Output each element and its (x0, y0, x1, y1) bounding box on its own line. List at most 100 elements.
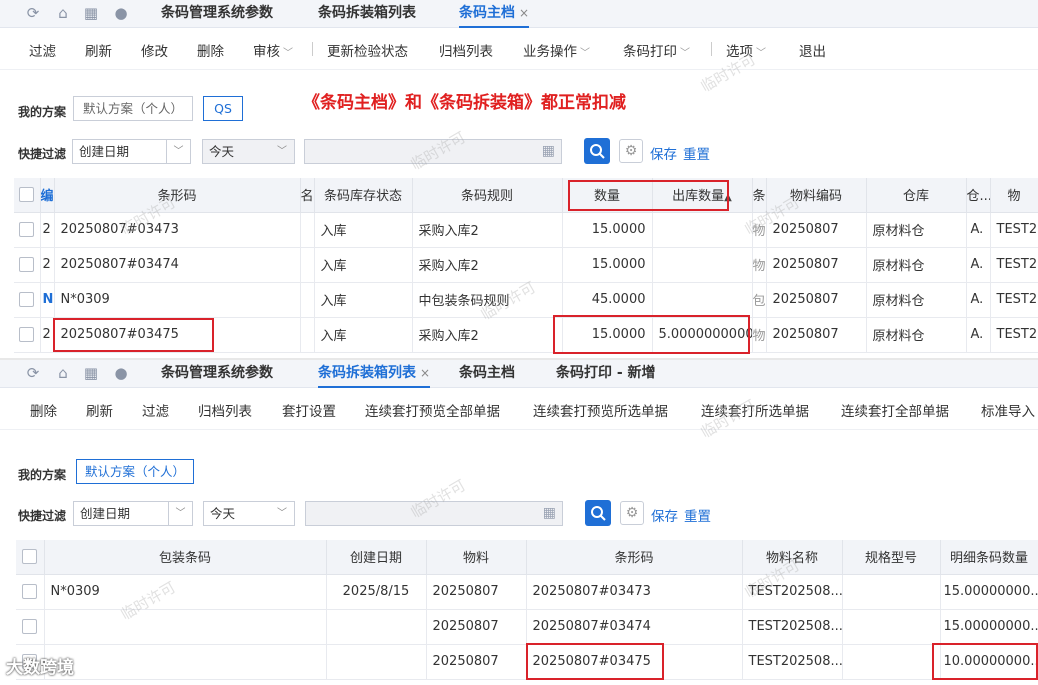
table-row[interactable]: 2 20250807#03473 入库 采购入库2 15.0000 物 20250807 原材… (14, 212, 1038, 248)
refresh-logo-icon[interactable]: ⟳ (24, 364, 42, 382)
column-header[interactable]: 条码规则 (412, 178, 563, 213)
chat-icon[interactable]: ● (112, 364, 130, 382)
warehouse-cell: 原材料仓 (866, 247, 967, 283)
options-label: 选项 (726, 44, 753, 60)
exit-button[interactable]: 退出 (799, 40, 826, 60)
date-input[interactable]: ▦ (305, 501, 563, 526)
table-row[interactable]: 20250807 20250807#03474 TEST202508... 15.00… (16, 609, 1038, 645)
select-all-checkbox[interactable] (22, 549, 38, 565)
save-link[interactable]: 保存 (650, 143, 677, 163)
options-menu[interactable]: 选项 ﹀ (726, 40, 766, 60)
scheme-default-button[interactable]: 默认方案（个人） (76, 459, 194, 484)
edit-button[interactable]: 修改 (141, 40, 168, 60)
close-icon[interactable]: × (519, 6, 529, 20)
table-row[interactable]: N N*0309 入库 中包装条码规则 45.0000 包 20250807 原材料仓 A. TE… (14, 282, 1038, 318)
search-button[interactable] (584, 138, 610, 164)
table-row[interactable]: N*0309 2025/8/15 20250807 20250807#03473 TES… (16, 574, 1038, 610)
filter-field-select[interactable]: 创建日期 ﹀ (72, 139, 191, 164)
standard-import-button[interactable]: 标准导入 (981, 400, 1035, 420)
barcode-print-menu[interactable]: 条码打印 ﹀ (623, 40, 690, 60)
row-checkbox[interactable] (22, 584, 38, 599)
quick-filter-label: 快捷过滤 (18, 147, 67, 161)
column-header[interactable]: 物 (990, 178, 1038, 213)
print-all-button[interactable]: 连续套打全部单据 (841, 400, 949, 420)
column-header[interactable]: 包装条码 (44, 540, 327, 575)
reset-link[interactable]: 重置 (683, 143, 710, 163)
column-header[interactable]: 条码库存状态 (314, 178, 413, 213)
archive-list-button[interactable]: 归档列表 (198, 400, 252, 420)
date-input[interactable]: ▦ (304, 139, 562, 164)
tab-label: 条码拆装箱列表 (318, 5, 416, 21)
preview-selected-button[interactable]: 连续套打预览所选单据 (533, 400, 668, 420)
divider (711, 42, 712, 56)
table-row[interactable]: 20250807 20250807#03475 TEST202508... 10.00… (16, 644, 1038, 680)
tab-barcode-master[interactable]: 条码主档 × (459, 0, 530, 28)
refresh-button[interactable]: 刷新 (85, 40, 112, 60)
home-icon[interactable]: ⌂ (54, 364, 72, 382)
scheme-default-button[interactable]: 默认方案（个人） (73, 96, 193, 121)
delete-button[interactable]: 删除 (197, 40, 224, 60)
chat-icon[interactable]: ● (112, 4, 130, 22)
print-selected-button[interactable]: 连续套打所选单据 (701, 400, 809, 420)
calendar-icon[interactable]: ▦ (543, 502, 556, 525)
status-cell: 入库 (314, 282, 413, 318)
row-checkbox[interactable] (19, 292, 35, 307)
calendar-icon[interactable]: ▦ (542, 140, 555, 163)
preview-all-button[interactable]: 连续套打预览全部单据 (365, 400, 500, 420)
column-header[interactable]: 仓... (966, 178, 991, 213)
row-checkbox[interactable] (19, 222, 35, 237)
print-settings-button[interactable]: 套打设置 (282, 400, 336, 420)
column-header[interactable]: 物料名称 (742, 540, 843, 575)
tab-barcode-print-new[interactable]: 条码打印 - 新增 (556, 360, 656, 388)
scheme-qs-button[interactable]: QS (203, 96, 243, 121)
tab-barcode-system-params[interactable]: 条码管理系统参数 (161, 0, 273, 28)
tab-barcode-box-list[interactable]: 条码拆装箱列表 (318, 0, 416, 28)
column-header[interactable]: 物料 (426, 540, 527, 575)
name-cell (300, 282, 315, 318)
column-header[interactable]: 创建日期 (326, 540, 427, 575)
tab-barcode-box-list[interactable]: 条码拆装箱列表 × (318, 360, 431, 388)
save-link[interactable]: 保存 (651, 505, 678, 525)
settings-gear-icon[interactable]: ⚙ (620, 501, 644, 525)
apps-grid-icon[interactable]: ▦ (82, 364, 100, 382)
filter-field-select[interactable]: 创建日期 ﹀ (73, 501, 193, 526)
column-header[interactable]: 条形码 (526, 540, 743, 575)
filter-op-select[interactable]: 今天 ﹀ (203, 501, 295, 526)
column-header[interactable]: 条 (752, 178, 767, 213)
chevron-down-icon: ﹀ (680, 48, 690, 59)
material-cell: 20250807 (426, 609, 527, 645)
column-header[interactable]: 名 (300, 178, 315, 213)
column-header[interactable]: 数量 (562, 178, 653, 213)
business-ops-menu[interactable]: 业务操作 ﹀ (523, 40, 590, 60)
home-icon[interactable]: ⌂ (54, 4, 72, 22)
apps-grid-icon[interactable]: ▦ (82, 4, 100, 22)
update-inspection-button[interactable]: 更新检验状态 (327, 40, 408, 60)
settings-gear-icon[interactable]: ⚙ (619, 139, 643, 163)
reset-link[interactable]: 重置 (684, 505, 711, 525)
delete-button[interactable]: 删除 (30, 400, 57, 420)
tab-barcode-master[interactable]: 条码主档 (459, 360, 515, 388)
select-all-checkbox[interactable] (19, 187, 35, 203)
row-checkbox[interactable] (19, 257, 35, 272)
filter-button[interactable]: 过滤 (29, 40, 56, 60)
archive-list-button[interactable]: 归档列表 (439, 40, 493, 60)
refresh-logo-icon[interactable]: ⟳ (24, 4, 42, 22)
column-header-sorted[interactable]: 出库数量▲ (652, 178, 753, 213)
column-header[interactable]: 编 (40, 178, 55, 213)
audit-menu[interactable]: 审核 ﹀ (253, 40, 293, 60)
tab-barcode-system-params[interactable]: 条码管理系统参数 (161, 360, 273, 388)
column-header[interactable]: 明细条码数量 (940, 540, 1038, 575)
search-button[interactable] (585, 500, 611, 526)
column-header[interactable]: 仓库 (866, 178, 967, 213)
column-header[interactable]: 物料编码 (766, 178, 867, 213)
filter-button[interactable]: 过滤 (142, 400, 169, 420)
column-header[interactable]: 规格型号 (842, 540, 941, 575)
filter-op-select[interactable]: 今天 ﹀ (202, 139, 295, 164)
row-checkbox[interactable] (22, 619, 38, 634)
close-icon[interactable]: × (420, 366, 430, 380)
table-row[interactable]: 2 20250807#03474 入库 采购入库2 15.0000 物 20250807 原材… (14, 247, 1038, 283)
row-checkbox[interactable] (19, 327, 35, 342)
column-header[interactable]: 条形码 (54, 178, 301, 213)
refresh-button[interactable]: 刷新 (86, 400, 113, 420)
table-row[interactable]: 2 20250807#03475 入库 采购入库2 15.0000 5.000000000… (14, 317, 1038, 353)
